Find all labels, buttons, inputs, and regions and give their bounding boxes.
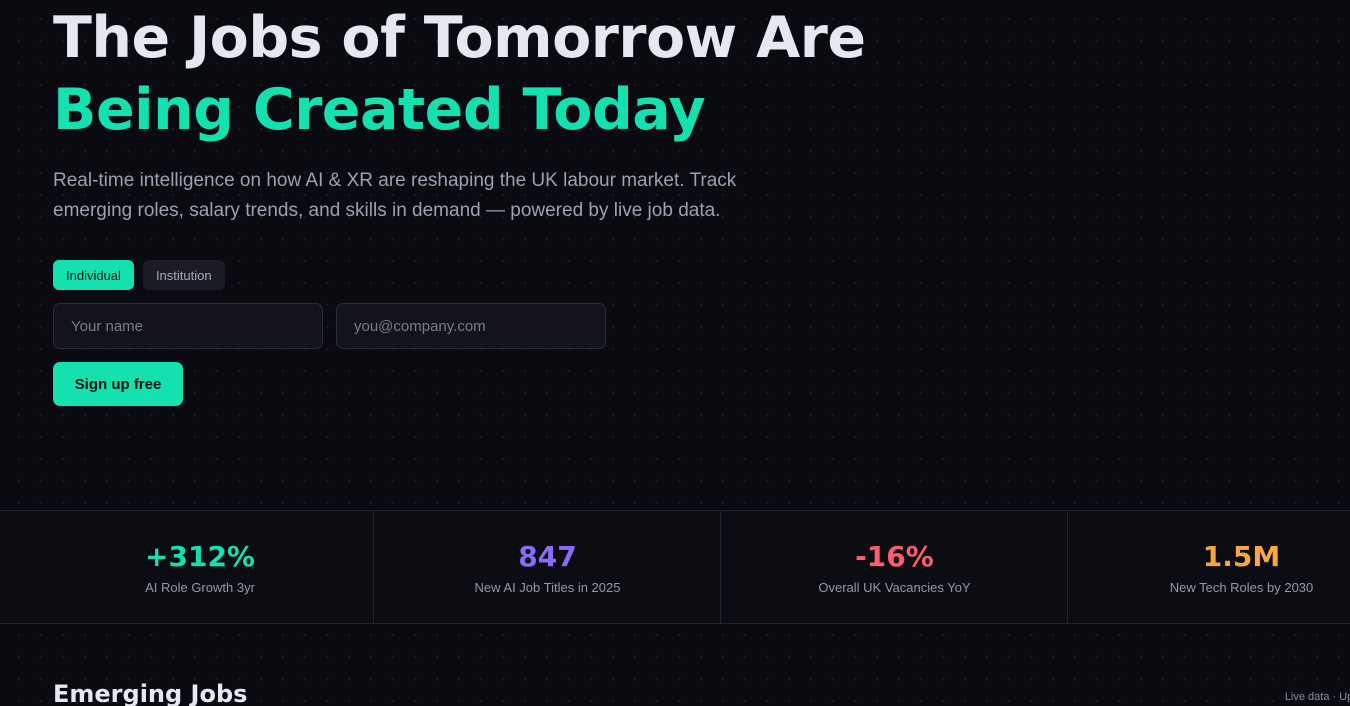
stat-value: 1.5M (1202, 540, 1281, 573)
emerging-jobs-heading: Emerging Jobs (53, 680, 248, 706)
stat-new-tech-roles: 1.5M New Tech Roles by 2030 (1067, 511, 1350, 623)
stat-label: AI Role Growth 3yr (145, 580, 255, 595)
hero-subtitle: Real-time intelligence on how AI & XR ar… (53, 170, 737, 221)
hero-title-line-1: The Jobs of Tomorrow Are (53, 5, 866, 71)
stat-value: +312% (145, 540, 255, 573)
email-input[interactable] (336, 303, 606, 349)
name-input[interactable] (53, 303, 323, 349)
stat-value: -16% (855, 540, 934, 573)
live-data-status: Live data · Updated 1 (1284, 691, 1350, 703)
stat-uk-vacancies: -16% Overall UK Vacancies YoY (720, 511, 1068, 623)
stats-band: +312% AI Role Growth 3yr 847 New AI Job … (0, 510, 1350, 624)
stat-label: New AI Job Titles in 2025 (474, 580, 621, 595)
sign-up-button[interactable]: Sign up free (53, 362, 183, 406)
stat-label: Overall UK Vacancies YoY (818, 580, 971, 595)
stat-new-ai-job-titles: 847 New AI Job Titles in 2025 (373, 511, 721, 623)
toggle-individual[interactable]: Individual (53, 260, 134, 290)
stat-ai-role-growth: +312% AI Role Growth 3yr (27, 511, 373, 623)
stat-label: New Tech Roles by 2030 (1169, 580, 1314, 595)
toggle-institution[interactable]: Institution (142, 260, 225, 290)
account-type-toggle: Individual Institution (53, 260, 225, 290)
hero-title-line-2: Being Created Today (53, 77, 706, 143)
hero-title: The Jobs of Tomorrow Are Being Created T… (53, 2, 866, 146)
stat-value: 847 (518, 540, 577, 573)
